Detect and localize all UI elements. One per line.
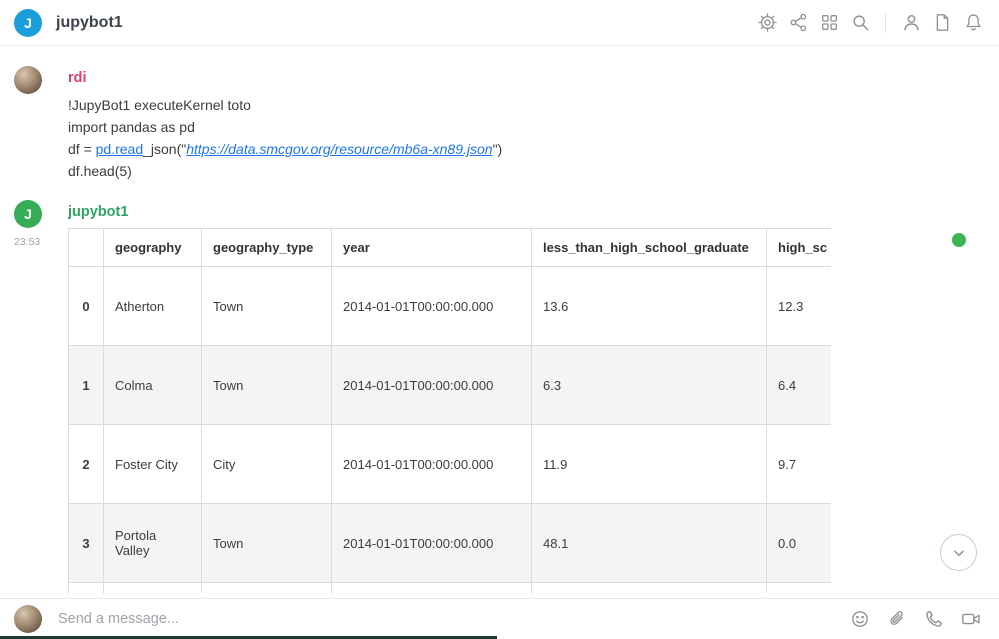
table-cell: Portola Valley <box>104 504 202 583</box>
message-body: rdi !JupyBot1 executeKernel toto import … <box>68 66 999 182</box>
dataframe-table: geographygeography_typeyearless_than_hig… <box>68 228 831 593</box>
message-body: jupybot1 geographygeography_typeyearless… <box>68 200 999 593</box>
user-avatar[interactable] <box>14 66 42 94</box>
row-index: 2 <box>69 425 104 504</box>
message-link[interactable]: https://data.smcgov.org/resource/mb6a-xn… <box>186 141 492 157</box>
table-row: 2Foster CityCity2014-01-01T00:00:00.0001… <box>69 425 832 504</box>
dataframe-container: geographygeography_typeyearless_than_hig… <box>68 228 831 593</box>
phone-icon[interactable] <box>920 605 948 633</box>
bell-icon[interactable] <box>959 9 987 37</box>
timestamp: 23:53 <box>14 236 40 248</box>
table-cell: 48.1 <box>532 504 767 583</box>
table-cell: 13.6 <box>532 267 767 346</box>
table-cell <box>332 583 532 594</box>
table-row: 0AthertonTown2014-01-01T00:00:00.00013.6… <box>69 267 832 346</box>
composer-actions <box>846 605 985 633</box>
table-row: 3Portola ValleyTown2014-01-01T00:00:00.0… <box>69 504 832 583</box>
table-row-clipped <box>69 583 832 594</box>
column-header: less_than_high_school_graduate <box>532 229 767 267</box>
avatar-column <box>14 66 68 182</box>
message-line-code: df = pd.read_json("https://data.smcgov.o… <box>68 138 999 160</box>
share-icon[interactable] <box>784 9 812 37</box>
table-row: 1ColmaTown2014-01-01T00:00:00.0006.36.4 <box>69 346 832 425</box>
table-cell <box>104 583 202 594</box>
avatar-column: J 23:53 <box>14 200 68 593</box>
table-cell: 6.4 <box>767 346 832 425</box>
emoji-icon[interactable] <box>846 605 874 633</box>
channel-avatar[interactable]: J <box>14 9 42 37</box>
video-call-icon[interactable] <box>957 605 985 633</box>
table-cell <box>532 583 767 594</box>
table-cell: City <box>202 425 332 504</box>
message-text-segment: ") <box>493 141 503 157</box>
message-line-2: import pandas as pd <box>68 116 999 138</box>
message-link[interactable]: pd.read <box>96 141 143 157</box>
attachment-icon[interactable] <box>883 605 911 633</box>
column-header: high_sc <box>767 229 832 267</box>
message-jupybot1: J 23:53 jupybot1 geographygeography_type… <box>0 200 999 593</box>
message-composer <box>0 598 999 639</box>
chat-area[interactable]: rdi !JupyBot1 executeKernel toto import … <box>0 46 999 598</box>
scroll-to-bottom-button[interactable] <box>940 534 977 571</box>
row-index: 3 <box>69 504 104 583</box>
chevron-down-icon <box>950 544 968 562</box>
document-icon[interactable] <box>928 9 956 37</box>
message-input[interactable] <box>56 610 846 628</box>
table-cell: Town <box>202 267 332 346</box>
message-text-segment: df = <box>68 141 96 157</box>
composer-avatar[interactable] <box>14 605 42 633</box>
chat-app-window: J jupybot1 <box>0 0 999 639</box>
table-cell: 11.9 <box>532 425 767 504</box>
column-header <box>69 229 104 267</box>
table-cell: 2014-01-01T00:00:00.000 <box>332 504 532 583</box>
row-index: 1 <box>69 346 104 425</box>
table-cell: Atherton <box>104 267 202 346</box>
message-rdi: rdi !JupyBot1 executeKernel toto import … <box>0 46 999 182</box>
row-index <box>69 583 104 594</box>
username-rdi[interactable]: rdi <box>68 70 999 86</box>
table-body: 0AthertonTown2014-01-01T00:00:00.00013.6… <box>69 267 832 594</box>
table-cell: 6.3 <box>532 346 767 425</box>
channel-avatar-letter: J <box>24 15 32 31</box>
row-index: 0 <box>69 267 104 346</box>
table-cell: Colma <box>104 346 202 425</box>
toolbar-divider <box>885 13 886 33</box>
message-line-4: df.head(5) <box>68 160 999 182</box>
table-cell: Town <box>202 504 332 583</box>
bot-avatar[interactable]: J <box>14 200 42 228</box>
user-icon[interactable] <box>897 9 925 37</box>
table-cell <box>767 583 832 594</box>
unread-indicator[interactable] <box>952 233 966 247</box>
column-header: geography_type <box>202 229 332 267</box>
table-cell: 0.0 <box>767 504 832 583</box>
apps-grid-icon[interactable] <box>815 9 843 37</box>
header-toolbar <box>753 9 987 37</box>
column-header: year <box>332 229 532 267</box>
table-cell: 2014-01-01T00:00:00.000 <box>332 425 532 504</box>
settings-icon[interactable] <box>753 9 781 37</box>
message-text-segment: _json(" <box>143 141 186 157</box>
table-cell: 2014-01-01T00:00:00.000 <box>332 267 532 346</box>
table-header: geographygeography_typeyearless_than_hig… <box>69 229 832 267</box>
table-cell: Town <box>202 346 332 425</box>
channel-header: J jupybot1 <box>0 0 999 46</box>
search-icon[interactable] <box>846 9 874 37</box>
table-cell: Foster City <box>104 425 202 504</box>
message-line-1: !JupyBot1 executeKernel toto <box>68 94 999 116</box>
table-cell <box>202 583 332 594</box>
bot-avatar-letter: J <box>24 206 32 222</box>
column-header: geography <box>104 229 202 267</box>
table-cell: 9.7 <box>767 425 832 504</box>
table-cell: 2014-01-01T00:00:00.000 <box>332 346 532 425</box>
channel-title: jupybot1 <box>56 14 123 32</box>
username-jupybot1[interactable]: jupybot1 <box>68 204 999 220</box>
table-cell: 12.3 <box>767 267 832 346</box>
